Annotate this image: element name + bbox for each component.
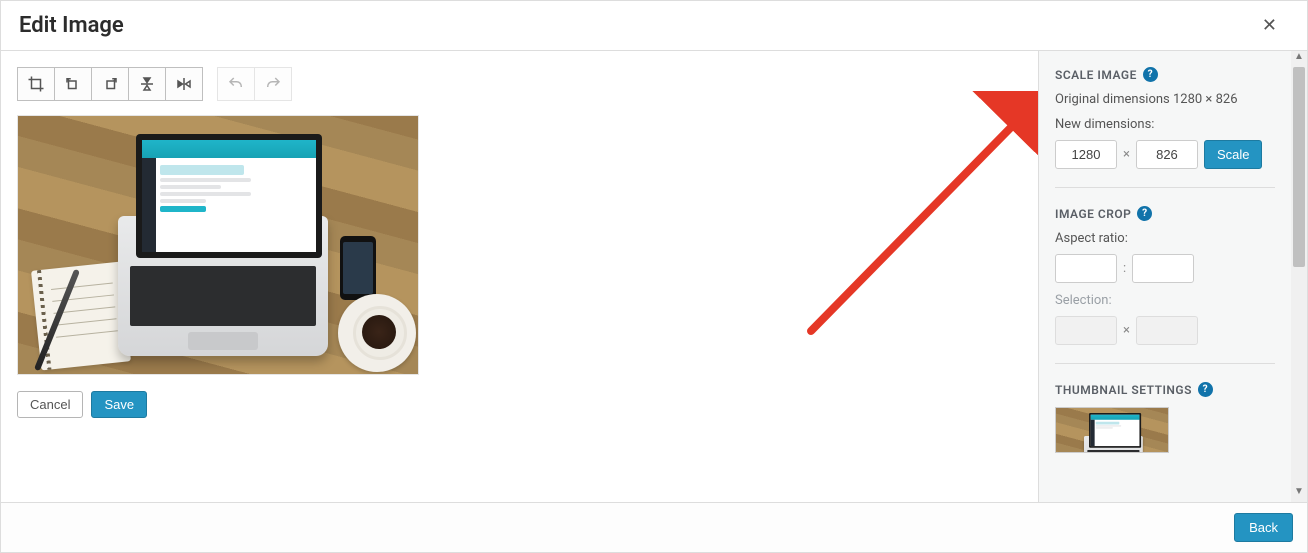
aspect-width-input[interactable] — [1055, 254, 1117, 283]
thumbnail-preview — [1055, 407, 1169, 453]
scale-image-section: SCALE IMAGE ? Original dimensions 1280 ×… — [1055, 67, 1275, 188]
thumbnail-settings-title-text: THUMBNAIL SETTINGS — [1055, 383, 1192, 397]
redo-button — [254, 67, 292, 101]
crop-button[interactable] — [17, 67, 55, 101]
scale-image-title: SCALE IMAGE ? — [1055, 67, 1275, 82]
original-dimensions-label: Original dimensions 1280 × 826 — [1055, 92, 1275, 107]
editor-sidebar: SCALE IMAGE ? Original dimensions 1280 ×… — [1039, 51, 1291, 502]
modal-title: Edit Image — [19, 13, 124, 38]
close-button[interactable]: ✕ — [1254, 11, 1285, 40]
scroll-up-icon: ▲ — [1291, 51, 1307, 67]
editor-sidebar-wrap: SCALE IMAGE ? Original dimensions 1280 ×… — [1038, 51, 1307, 502]
new-dimensions-label: New dimensions: — [1055, 117, 1275, 132]
scale-width-input[interactable] — [1055, 140, 1117, 169]
editor-buttons: Cancel Save — [17, 391, 1022, 418]
scale-image-title-text: SCALE IMAGE — [1055, 68, 1137, 82]
image-crop-section: IMAGE CROP ? Aspect ratio: : Selection: … — [1055, 206, 1275, 364]
aspect-separator: : — [1123, 261, 1126, 276]
flip-vertical-icon — [138, 75, 156, 93]
dimension-separator: × — [1123, 147, 1130, 162]
aspect-ratio-label: Aspect ratio: — [1055, 231, 1275, 246]
rotate-left-icon — [64, 75, 82, 93]
image-crop-title-text: IMAGE CROP — [1055, 207, 1131, 221]
selection-separator: × — [1123, 323, 1130, 338]
crop-icon — [27, 75, 45, 93]
editor-main: Cancel Save — [1, 51, 1038, 502]
thumbnail-settings-title: THUMBNAIL SETTINGS ? — [1055, 382, 1275, 397]
scroll-down-icon: ▼ — [1291, 486, 1307, 502]
back-button[interactable]: Back — [1234, 513, 1293, 542]
flip-horizontal-button[interactable] — [165, 67, 203, 101]
aspect-ratio-row: : — [1055, 254, 1275, 283]
rotate-left-button[interactable] — [54, 67, 92, 101]
save-button[interactable]: Save — [91, 391, 147, 418]
scroll-thumb[interactable] — [1293, 67, 1305, 267]
tool-group-transform — [17, 67, 203, 101]
redo-icon — [264, 75, 282, 93]
image-crop-title: IMAGE CROP ? — [1055, 206, 1275, 221]
help-icon[interactable]: ? — [1143, 67, 1158, 82]
selection-height-input — [1136, 316, 1198, 345]
edit-image-modal: Edit Image ✕ — [0, 0, 1308, 553]
selection-row: × — [1055, 316, 1275, 345]
flip-horizontal-icon — [175, 75, 193, 93]
aspect-height-input[interactable] — [1132, 254, 1194, 283]
cancel-button[interactable]: Cancel — [17, 391, 83, 418]
help-icon[interactable]: ? — [1198, 382, 1213, 397]
selection-label: Selection: — [1055, 293, 1275, 308]
flip-vertical-button[interactable] — [128, 67, 166, 101]
help-icon[interactable]: ? — [1137, 206, 1152, 221]
scale-inputs-row: × Scale — [1055, 140, 1275, 169]
modal-footer: Back — [1, 502, 1307, 552]
tool-group-history — [217, 67, 292, 101]
rotate-right-button[interactable] — [91, 67, 129, 101]
scale-button[interactable]: Scale — [1204, 140, 1263, 169]
undo-button — [217, 67, 255, 101]
close-icon: ✕ — [1262, 15, 1277, 36]
preview-illustration — [18, 116, 418, 374]
selection-width-input — [1055, 316, 1117, 345]
scale-height-input[interactable] — [1136, 140, 1198, 169]
sidebar-scrollbar[interactable]: ▲ ▼ — [1291, 51, 1307, 502]
rotate-right-icon — [101, 75, 119, 93]
modal-header: Edit Image ✕ — [1, 1, 1307, 51]
undo-icon — [227, 75, 245, 93]
modal-body: Cancel Save SCALE IMAGE ? Original — [1, 51, 1307, 502]
image-edit-toolbar — [17, 67, 1022, 101]
thumbnail-settings-section: THUMBNAIL SETTINGS ? — [1055, 382, 1275, 453]
image-preview[interactable] — [17, 115, 419, 375]
